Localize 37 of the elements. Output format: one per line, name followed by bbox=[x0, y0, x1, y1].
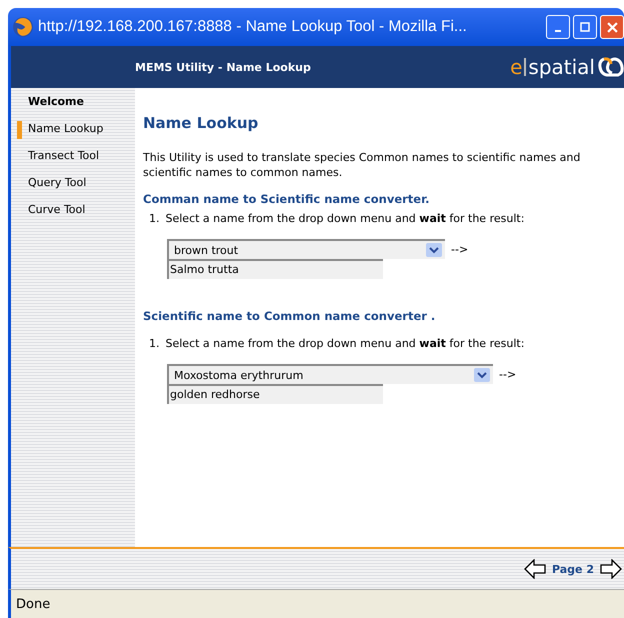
chevron-icon bbox=[474, 368, 490, 382]
arrow-text: --> bbox=[499, 368, 516, 380]
step-number: 1. bbox=[149, 337, 160, 350]
result-field[interactable]: golden redhorse bbox=[167, 384, 383, 404]
page-label: Page 2 bbox=[552, 562, 594, 576]
arrow-text: --> bbox=[451, 242, 468, 256]
maximize-button[interactable] bbox=[573, 15, 597, 39]
minimize-button[interactable] bbox=[546, 15, 570, 39]
minimize-icon bbox=[555, 30, 561, 32]
loop-icon bbox=[598, 55, 624, 79]
sidebar-item[interactable]: Curve Tool bbox=[11, 202, 135, 229]
sidebar-item[interactable]: Query Tool bbox=[11, 175, 135, 202]
dropdown[interactable]: brown trout bbox=[167, 239, 445, 259]
intro-text: This Utility is used to translate species Common names to scientific names and scientific names to common names. bbox=[143, 150, 582, 180]
section-heading: Scientific name to Common name converter . bbox=[143, 309, 436, 323]
window-title: http://192.168.200.167:8888 - Name Lookup Tool - Mozilla Fi... bbox=[38, 18, 468, 36]
result-field[interactable]: Salmo trutta bbox=[167, 259, 383, 279]
right-arrow-icon[interactable] bbox=[600, 559, 622, 579]
left-arrow-icon[interactable] bbox=[524, 559, 546, 579]
sidebar-item[interactable]: Transect Tool bbox=[11, 148, 135, 175]
page-heading: Name Lookup bbox=[143, 114, 260, 132]
status-text: Done bbox=[16, 596, 50, 612]
section-heading: Comman name to Scientific name converter. bbox=[143, 192, 431, 206]
close-icon bbox=[606, 22, 618, 32]
instruction-text: Select a name from the drop down menu and wait for the result: bbox=[166, 337, 524, 350]
logo-text: e bbox=[510, 55, 522, 79]
header-title: MEMS Utility - Name Lookup bbox=[135, 60, 311, 74]
step-number: 1. bbox=[149, 212, 160, 225]
close-button[interactable] bbox=[600, 15, 624, 39]
globe-icon bbox=[12, 16, 34, 38]
sidebar-heading[interactable]: Welcome bbox=[11, 94, 135, 121]
chevron-icon bbox=[426, 243, 442, 257]
maximize-icon bbox=[580, 22, 590, 32]
dropdown[interactable]: Moxostoma erythrurum bbox=[167, 364, 493, 384]
sidebar-item[interactable]: Name Lookup bbox=[11, 121, 135, 148]
logo-text: spatial bbox=[528, 55, 595, 79]
instruction-text: Select a name from the drop down menu and wait for the result: bbox=[166, 212, 524, 225]
